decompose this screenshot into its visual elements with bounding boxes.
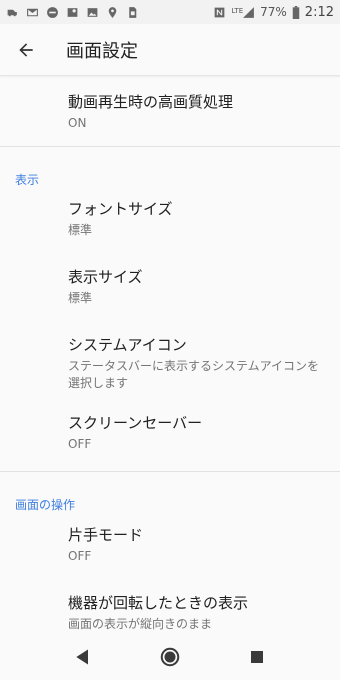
list-item-font-size[interactable]: フォントサイズ 標準	[0, 199, 340, 267]
home-circle-icon	[160, 647, 180, 667]
image-icon	[86, 6, 99, 19]
car-icon	[6, 6, 19, 19]
item-title: 片手モード	[68, 526, 144, 544]
list-item-screensaver[interactable]: スクリーンセーバー OFF	[0, 413, 340, 471]
item-title: フォントサイズ	[68, 200, 173, 218]
list-item-rotation-display[interactable]: 機器が回転したときの表示 画面の表示が縦向きのまま	[0, 593, 340, 634]
list-item-one-handed-mode[interactable]: 片手モード OFF	[0, 525, 340, 593]
clock: 2:12	[304, 4, 334, 20]
status-bar-notifications	[6, 6, 139, 19]
nav-home-button[interactable]	[150, 637, 190, 677]
location-icon	[106, 6, 119, 19]
signal-icon	[242, 6, 255, 19]
nav-recents-button[interactable]	[237, 637, 277, 677]
item-subtitle: ON	[68, 116, 87, 130]
list-item-system-icons[interactable]: システムアイコン ステータスバーに表示するシステムアイコンを選択します	[0, 335, 340, 413]
item-subtitle: 画面の表示が縦向きのまま	[68, 617, 213, 631]
item-subtitle: OFF	[68, 549, 92, 563]
item-subtitle: 標準	[68, 291, 93, 305]
settings-list: 動画再生時の高画質処理 ON 表示 フォントサイズ 標準 表示サイズ 標準 シス…	[0, 77, 340, 634]
app-bar: 画面設定	[0, 24, 340, 76]
item-title: スクリーンセーバー	[68, 414, 203, 432]
item-title: 表示サイズ	[68, 268, 143, 286]
status-bar-system: LTE 77% 2:12	[213, 5, 334, 20]
item-subtitle: 標準	[68, 223, 93, 237]
battery-icon	[292, 5, 300, 19]
battery-percent: 77%	[260, 5, 287, 19]
back-button[interactable]	[0, 24, 52, 76]
item-title: システムアイコン	[68, 336, 187, 354]
arrow-back-icon	[19, 42, 33, 57]
item-title: 動画再生時の高画質処理	[68, 93, 234, 111]
nfc-icon	[213, 6, 226, 19]
navigation-bar	[0, 634, 340, 680]
status-bar: LTE 77% 2:12	[0, 0, 340, 24]
gmail-icon	[26, 6, 39, 19]
item-subtitle: ステータスバーに表示するシステムアイコンを選択します	[68, 359, 320, 390]
nav-back-button[interactable]	[63, 637, 103, 677]
list-item-display-size[interactable]: 表示サイズ 標準	[0, 267, 340, 335]
do-not-disturb-icon	[46, 6, 59, 19]
list-item-high-quality-video[interactable]: 動画再生時の高画質処理 ON	[0, 77, 340, 146]
recents-square-icon	[250, 651, 263, 663]
map-icon	[66, 6, 79, 19]
item-subtitle: OFF	[68, 437, 92, 451]
sim-icon	[126, 6, 139, 19]
page-title: 画面設定	[66, 40, 138, 62]
back-triangle-icon	[76, 649, 89, 665]
section-header-display: 表示	[15, 173, 40, 187]
section-header-screen-operation: 画面の操作	[15, 498, 76, 512]
item-title: 機器が回転したときの表示	[68, 594, 249, 612]
